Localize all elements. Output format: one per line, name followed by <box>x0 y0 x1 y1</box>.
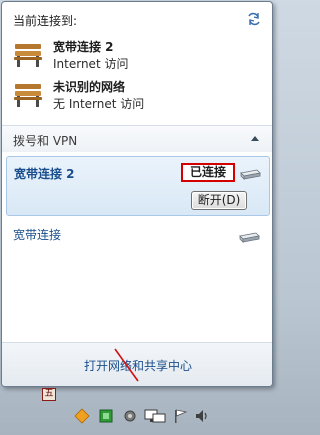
refresh-icon[interactable] <box>246 12 262 26</box>
connection-status: 无 Internet 访问 <box>53 97 145 111</box>
connection-item-broadband[interactable]: 宽带连接 <box>13 226 61 243</box>
input-method-indicator[interactable]: 五 <box>42 388 56 401</box>
network-bench-icon <box>14 44 42 67</box>
modem-icon <box>240 169 261 180</box>
connection-name: 未识别的网络 <box>53 80 126 94</box>
connection-item[interactable]: 未识别的网络 无 Internet 访问 <box>13 78 253 112</box>
header-title: 当前连接到: <box>13 14 78 28</box>
network-popup: 当前连接到: 宽带连接 2 Internet 访问 未识别的网络 无 Inter… <box>1 1 273 387</box>
taskbar-area: 五 <box>0 388 280 435</box>
disconnect-button[interactable]: 断开(D) <box>191 191 247 210</box>
network-tray-icon[interactable] <box>144 408 166 424</box>
tray-app-icon[interactable] <box>74 408 90 424</box>
connection-item[interactable]: 宽带连接 2 Internet 访问 <box>13 38 253 72</box>
selected-connection-name: 宽带连接 2 <box>14 167 75 181</box>
connected-status-badge: 已连接 <box>181 163 235 182</box>
volume-icon[interactable] <box>194 408 210 424</box>
network-bench-icon <box>14 84 42 107</box>
tray-green-icon[interactable] <box>98 408 114 424</box>
modem-icon <box>239 232 260 243</box>
connection-status: Internet 访问 <box>53 57 129 71</box>
footer: 打开网络和共享中心 <box>2 342 272 386</box>
section-header-dialup-vpn[interactable]: 拨号和 VPN <box>2 126 272 152</box>
tray-gear-icon[interactable] <box>122 408 138 424</box>
red-slash-mark <box>114 348 139 382</box>
flag-icon[interactable] <box>172 408 188 424</box>
chevron-up-icon[interactable] <box>251 135 259 141</box>
connection-name: 宽带连接 2 <box>53 40 114 54</box>
section-label: 拨号和 VPN <box>13 134 78 148</box>
selected-connection[interactable]: 宽带连接 2 已连接 断开(D) <box>6 156 270 216</box>
